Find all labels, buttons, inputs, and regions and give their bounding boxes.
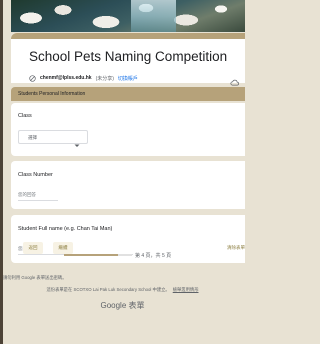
- answer-placeholder: 您的回答: [18, 192, 36, 197]
- section-title: Students Personal Information: [18, 91, 86, 97]
- footer-note-text: 這份表單是在 SCOTXO Lai Pak Luk Secondary Scho…: [46, 287, 170, 292]
- page-count: 第 4 頁，共 5 頁: [135, 252, 172, 259]
- password-warning: 請勿利用 Google 表單送出密碼。: [3, 275, 67, 280]
- section-header: Students Personal Information: [11, 87, 245, 101]
- question-label: Class: [18, 113, 32, 119]
- banner-water: [131, 0, 176, 32]
- account-row: chenmf@lplss.edu.hk (未分享) 切換帳戶: [29, 73, 138, 83]
- next-button[interactable]: 繼續: [53, 242, 73, 254]
- header-banner-image: [11, 0, 245, 32]
- progress-fill: [64, 254, 119, 256]
- account-share-note: (未分享): [95, 75, 114, 82]
- select-value: 選擇: [28, 134, 37, 140]
- report-abuse-link[interactable]: 檢舉濫用情形: [173, 287, 199, 292]
- question-class-number: Class Number 您的回答: [11, 161, 245, 209]
- back-button[interactable]: 返回: [23, 242, 43, 254]
- question-label: Class Number: [18, 172, 53, 178]
- clear-form-button[interactable]: 清除表單: [227, 245, 245, 251]
- form-title: School Pets Naming Competition: [29, 49, 228, 64]
- form-page: School Pets Naming Competition chenmf@lp…: [0, 0, 245, 344]
- question-class: Class 選擇: [11, 103, 245, 156]
- google-forms-logo[interactable]: Google 表單: [0, 300, 245, 311]
- footer-note: 這份表單是在 SCOTXO Lai Pak Luk Secondary Scho…: [0, 287, 245, 293]
- chevron-down-icon: [74, 135, 80, 153]
- class-select[interactable]: 選擇: [18, 130, 88, 147]
- account-email: chenmf@lplss.edu.hk: [40, 75, 92, 81]
- progress-bar: [64, 254, 132, 256]
- question-label: Student Full name (e.g. Chan Tai Man): [18, 226, 113, 232]
- account-switch-icon: [29, 74, 36, 82]
- navigation-row: 返回 繼續 第 4 頁，共 5 頁 清除表單: [11, 242, 245, 268]
- title-card: School Pets Naming Competition chenmf@lp…: [11, 33, 245, 86]
- switch-account-link[interactable]: 切換帳戶: [118, 75, 138, 82]
- class-number-input[interactable]: 您的回答: [18, 191, 58, 201]
